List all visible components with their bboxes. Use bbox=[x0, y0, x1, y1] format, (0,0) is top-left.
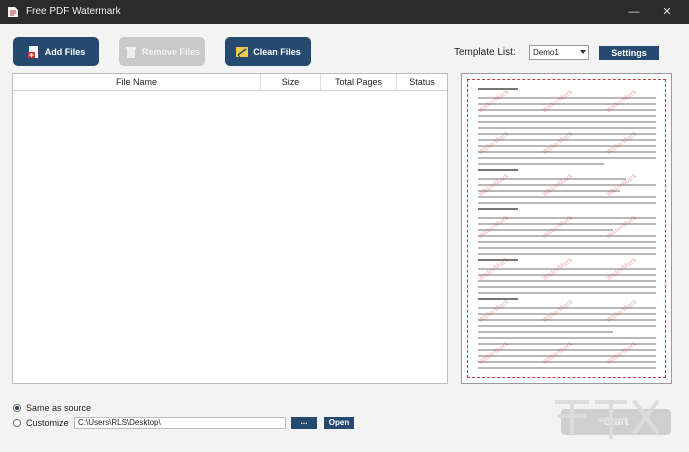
column-status[interactable]: Status bbox=[397, 74, 447, 91]
preview-text-line bbox=[478, 337, 656, 339]
preview-text-line bbox=[478, 319, 656, 321]
column-file-name[interactable]: File Name bbox=[13, 74, 261, 91]
customize-label: Customize bbox=[26, 418, 69, 428]
preview-section-heading bbox=[478, 298, 518, 300]
preview-text-line bbox=[478, 241, 656, 243]
preview-text-line bbox=[478, 274, 656, 276]
preview-text-line bbox=[478, 202, 656, 204]
preview-text-line bbox=[478, 361, 656, 363]
add-file-icon bbox=[27, 45, 41, 59]
preview-text-line bbox=[478, 103, 656, 105]
broom-icon bbox=[235, 45, 249, 59]
preview-section-heading bbox=[478, 169, 518, 171]
same-as-source-label: Same as source bbox=[26, 403, 91, 413]
preview-text-line bbox=[478, 331, 613, 333]
preview-text-line bbox=[478, 247, 656, 249]
add-files-label: Add Files bbox=[45, 47, 86, 57]
preview-section-heading bbox=[478, 88, 518, 90]
preview-text-line bbox=[478, 145, 656, 147]
close-button[interactable]: ✕ bbox=[653, 0, 681, 24]
preview-text-line bbox=[478, 367, 656, 369]
customize-radio[interactable] bbox=[13, 419, 21, 427]
table-header: File Name Size Total Pages Status bbox=[13, 74, 447, 91]
add-files-button[interactable]: Add Files bbox=[13, 37, 99, 66]
preview-text-line bbox=[478, 196, 656, 198]
template-select[interactable]: Demo1 bbox=[529, 45, 589, 60]
minimize-button[interactable]: — bbox=[620, 0, 648, 24]
column-total-pages[interactable]: Total Pages bbox=[321, 74, 397, 91]
open-folder-button[interactable]: Open bbox=[324, 417, 354, 429]
clean-files-button[interactable]: Clean Files bbox=[225, 37, 311, 66]
preview-text-line bbox=[478, 163, 604, 165]
remove-files-label: Remove Files bbox=[142, 47, 200, 57]
clean-files-label: Clean Files bbox=[253, 47, 301, 57]
watermark-preview: WaterMark WaterMark WaterMark WaterMark Wate… bbox=[461, 73, 672, 384]
preview-text-line bbox=[478, 280, 656, 282]
app-logo-icon bbox=[6, 5, 20, 19]
preview-text-line bbox=[478, 286, 656, 288]
file-list-table[interactable]: File Name Size Total Pages Status bbox=[12, 73, 448, 384]
preview-text-line bbox=[478, 253, 656, 255]
preview-text-line bbox=[478, 157, 656, 159]
preview-page: WaterMark WaterMark WaterMark WaterMark Wate… bbox=[467, 79, 666, 378]
preview-text-line bbox=[478, 127, 656, 129]
site-watermark-logo bbox=[547, 392, 687, 450]
browse-button[interactable]: ... bbox=[291, 417, 317, 429]
title-bar: Free PDF Watermark — ✕ bbox=[0, 0, 689, 24]
preview-text-line bbox=[478, 325, 656, 327]
preview-text-line bbox=[478, 115, 656, 117]
preview-text-line bbox=[478, 121, 656, 123]
trash-icon bbox=[124, 45, 138, 59]
template-selected-value: Demo1 bbox=[533, 48, 559, 57]
remove-files-button[interactable]: Remove Files bbox=[119, 37, 205, 66]
preview-text-line bbox=[478, 355, 656, 357]
preview-section-heading bbox=[478, 208, 518, 210]
preview-text-line bbox=[478, 235, 656, 237]
window-title: Free PDF Watermark bbox=[26, 6, 121, 17]
preview-text-line bbox=[478, 292, 656, 294]
customize-option[interactable]: Customize bbox=[13, 418, 69, 428]
template-list-label: Template List: bbox=[454, 47, 516, 58]
column-size[interactable]: Size bbox=[261, 74, 321, 91]
chevron-down-icon bbox=[580, 50, 586, 54]
output-path-field[interactable]: C:\Users\RLS\Desktop\ bbox=[74, 417, 286, 429]
same-as-source-option[interactable]: Same as source bbox=[13, 403, 91, 413]
settings-button[interactable]: Settings bbox=[599, 46, 659, 60]
preview-text-line bbox=[478, 313, 656, 315]
same-as-source-radio[interactable] bbox=[13, 404, 21, 412]
preview-text-line bbox=[478, 151, 656, 153]
preview-text-line bbox=[478, 109, 656, 111]
